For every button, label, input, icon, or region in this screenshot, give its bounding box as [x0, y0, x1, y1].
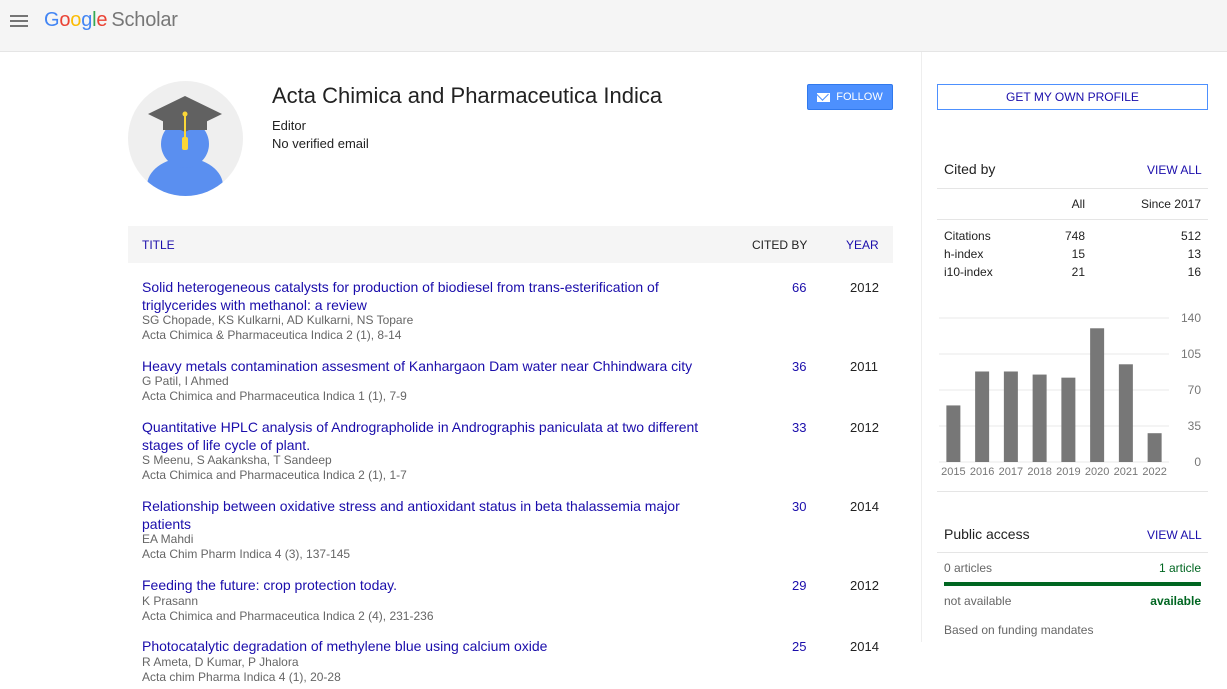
article-authors: EA Mahdi	[142, 532, 194, 546]
cited-by-heading: Cited by	[944, 161, 996, 177]
citation-bar-2022[interactable]	[1147, 433, 1162, 462]
article-authors: S Meenu, S Aakanksha, T Sandeep	[142, 453, 332, 467]
metric-label[interactable]: Citations	[944, 229, 991, 243]
y-tick-label: 105	[1181, 347, 1201, 361]
profile-email-status: No verified email	[272, 136, 369, 151]
citation-bar-2018[interactable]	[1032, 374, 1047, 462]
column-divider	[921, 52, 922, 642]
citation-bar-2016[interactable]	[975, 371, 990, 462]
profile-name: Acta Chimica and Pharmaceutica Indica	[272, 83, 663, 108]
article-title-link[interactable]: Photocatalytic degradation of methylene …	[142, 637, 702, 655]
cited-by-view-all-link[interactable]: VIEW ALL	[1147, 163, 1202, 177]
citation-bar-2019[interactable]	[1061, 377, 1076, 462]
cited-by-count[interactable]: 30	[792, 499, 806, 514]
citations-per-year-chart: 0 35 70 105 140 2015 2016 2017 2018 2019 2020 2021 2…	[939, 311, 1202, 478]
column-all: All	[1071, 197, 1085, 211]
available-count[interactable]: 1 article	[1100, 561, 1201, 575]
x-tick-label: 2021	[1114, 466, 1138, 478]
articles-table-header: TITLE CITED BY YEAR	[128, 226, 893, 263]
public-access-view-all-link[interactable]: VIEW ALL	[1147, 528, 1202, 542]
metric-all: 748	[1064, 229, 1085, 243]
article-title-link[interactable]: Heavy metals contamination assesment of …	[142, 357, 702, 375]
divider	[937, 188, 1208, 189]
article-venue: Acta Chimica & Pharmaceutica Indica 2 (1…	[142, 328, 402, 342]
cited-by-count[interactable]: 36	[792, 359, 806, 374]
x-tick-label: 2015	[941, 466, 965, 478]
article-title-link[interactable]: Quantitative HPLC analysis of Andrograph…	[142, 418, 702, 454]
mail-icon	[817, 92, 831, 102]
get-my-own-profile-button[interactable]: GET MY OWN PROFILE	[937, 84, 1208, 110]
graduate-avatar-icon	[147, 96, 223, 196]
sort-by-year[interactable]: YEAR	[846, 238, 879, 252]
article-year: 2014	[850, 639, 879, 654]
article-venue: Acta Chimica and Pharmaceutica Indica 2 …	[142, 468, 407, 482]
article-venue: Acta Chimica and Pharmaceutica Indica 2 …	[142, 609, 434, 623]
article-year: 2012	[850, 420, 879, 435]
x-tick-label: 2020	[1085, 466, 1109, 478]
menu-icon[interactable]	[10, 15, 28, 29]
avatar	[128, 81, 243, 196]
funding-mandates-note: Based on funding mandates	[944, 623, 1094, 637]
divider	[937, 491, 1208, 492]
article-authors: K Prasann	[142, 594, 199, 608]
metric-since: 512	[1180, 229, 1201, 243]
column-since-2017: Since 2017	[1140, 197, 1201, 211]
article-authors: G Patil, I Ahmed	[142, 374, 229, 388]
top-bar: Google Scholar	[0, 0, 1227, 52]
not-available-label: not available	[944, 594, 1012, 608]
profile-affiliation: Editor	[272, 118, 306, 133]
article-venue: Acta Chim Pharm Indica 4 (3), 137-145	[142, 547, 351, 561]
available-label: available	[1150, 594, 1201, 608]
x-tick-label: 2018	[1027, 466, 1051, 478]
cited-by-count[interactable]: 25	[792, 639, 806, 654]
column-cited-by: CITED BY	[752, 238, 808, 252]
cited-by-count[interactable]: 33	[792, 420, 806, 435]
article-authors: SG Chopade, KS Kulkarni, AD Kulkarni, NS…	[142, 313, 414, 327]
article-year: 2014	[850, 499, 879, 514]
sort-by-title[interactable]: TITLE	[142, 238, 175, 252]
y-tick-label: 140	[1181, 311, 1201, 325]
y-tick-label: 0	[1194, 455, 1201, 469]
metric-all: 15	[1071, 247, 1085, 261]
cited-by-count[interactable]: 29	[792, 578, 806, 593]
article-title-link[interactable]: Feeding the future: crop protection toda…	[142, 576, 702, 594]
article-venue: Acta Chimica and Pharmaceutica Indica 1 …	[142, 389, 407, 403]
article-year: 2011	[850, 359, 878, 374]
x-tick-label: 2016	[970, 466, 994, 478]
public-access-heading: Public access	[944, 526, 1030, 542]
x-tick-label: 2017	[999, 466, 1023, 478]
metric-label[interactable]: h-index	[944, 247, 983, 261]
divider	[937, 219, 1208, 220]
article-title-link[interactable]: Relationship between oxidative stress an…	[142, 497, 702, 533]
article-authors: R Ameta, D Kumar, P Jhalora	[142, 655, 299, 669]
article-year: 2012	[850, 280, 879, 295]
public-access-progress-bar	[944, 582, 1201, 586]
citation-bar-2015[interactable]	[946, 405, 961, 462]
article-venue: Acta chim Pharma Indica 4 (1), 20-28	[142, 670, 341, 684]
divider	[937, 552, 1208, 553]
metric-all: 21	[1071, 265, 1085, 279]
article-year: 2012	[850, 578, 879, 593]
citation-bar-2017[interactable]	[1003, 371, 1018, 462]
follow-button[interactable]: FOLLOW	[807, 84, 893, 110]
google-scholar-logo[interactable]: Google Scholar	[44, 9, 178, 32]
citation-bar-2020[interactable]	[1090, 328, 1105, 462]
metric-since: 16	[1187, 265, 1201, 279]
cited-by-count[interactable]: 66	[792, 280, 806, 295]
y-tick-label: 70	[1188, 383, 1202, 397]
not-available-count[interactable]: 0 articles	[944, 561, 992, 575]
article-title-link[interactable]: Solid heterogeneous catalysts for produc…	[142, 278, 702, 314]
citation-bar-2021[interactable]	[1118, 364, 1133, 462]
x-tick-label: 2022	[1142, 466, 1166, 478]
metric-since: 13	[1187, 247, 1201, 261]
y-tick-label: 35	[1188, 419, 1202, 433]
x-tick-label: 2019	[1056, 466, 1080, 478]
metric-label[interactable]: i10-index	[944, 265, 993, 279]
